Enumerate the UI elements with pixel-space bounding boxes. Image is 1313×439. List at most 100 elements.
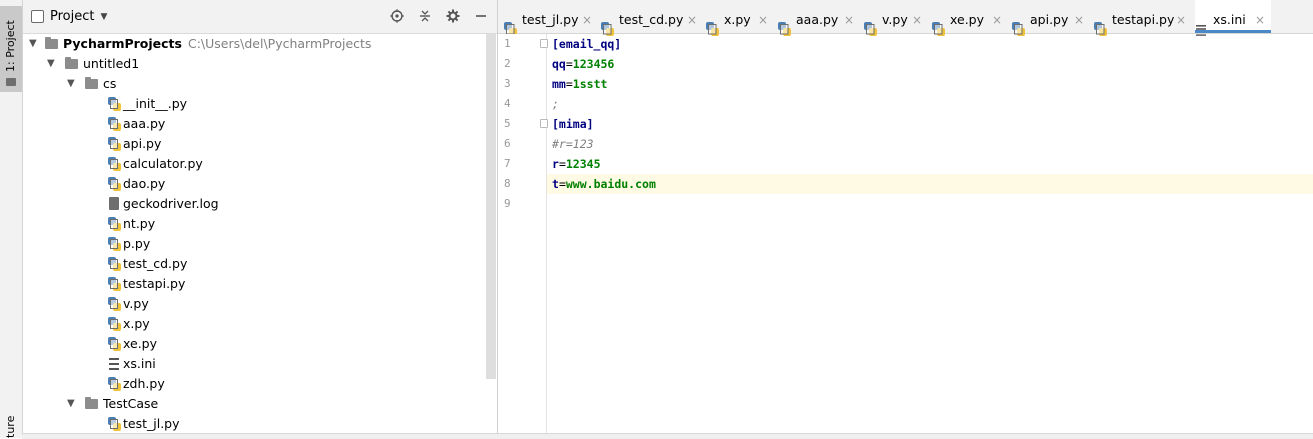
tree-label: __init__.py — [123, 96, 188, 111]
project-panel-header: Project ▼ — [23, 0, 497, 34]
tree-file[interactable]: xe.py — [23, 334, 485, 354]
tree-label: x.py — [123, 316, 150, 331]
python-file-icon — [108, 217, 121, 231]
editor-tab[interactable]: x.py × — [706, 0, 774, 36]
tree-file[interactable]: dao.py — [23, 174, 485, 194]
project-panel: Project ▼ ▼ PycharmProjects C:\Users\del\… — [23, 0, 498, 438]
tree-label: cs — [103, 76, 117, 91]
editor-tab[interactable]: test_cd.py × — [601, 0, 703, 36]
ini-section: [email_qq] — [552, 37, 622, 51]
collapse-icon[interactable] — [417, 8, 433, 24]
tree-file[interactable]: api.py — [23, 134, 485, 154]
python-file-icon — [108, 417, 121, 431]
editor-tab[interactable]: aaa.py × — [778, 0, 860, 36]
code-line: ; — [547, 94, 1313, 114]
python-file-icon — [108, 297, 121, 311]
project-panel-title: Project — [50, 9, 95, 24]
project-icon — [31, 10, 44, 23]
line-number: 1 — [504, 37, 511, 50]
chevron-down-icon: ▼ — [100, 11, 108, 22]
tree-label: aaa.py — [123, 116, 166, 131]
tree-file[interactable]: testapi.py — [23, 274, 485, 294]
code-line: t=www.baidu.com — [547, 174, 1313, 194]
gear-icon[interactable] — [445, 8, 461, 24]
tree-label: TestCase — [103, 396, 159, 411]
tree-node-cs[interactable]: ▼ cs — [23, 74, 485, 94]
project-tool-button[interactable]: 1: Project — [0, 6, 22, 92]
chevron-down-icon[interactable]: ▼ — [29, 34, 37, 54]
ini-equals: = — [558, 177, 566, 191]
tree-file[interactable]: geckodriver.log — [23, 194, 485, 214]
editor-tab[interactable]: api.py × — [1012, 0, 1090, 36]
tree-scrollbar[interactable] — [486, 34, 496, 379]
tree-label: test_cd.py — [123, 256, 188, 271]
ini-equals: = — [565, 57, 573, 71]
code-line: qq=123456 — [547, 54, 1313, 74]
ini-key: t — [552, 177, 559, 191]
line-number: 3 — [504, 77, 511, 90]
python-file-icon — [108, 97, 121, 111]
tree-file[interactable]: __init__.py — [23, 94, 485, 114]
tree-file[interactable]: calculator.py — [23, 154, 485, 174]
tree-file[interactable]: test_cd.py — [23, 254, 485, 274]
ini-equals: = — [558, 157, 566, 171]
tree-file[interactable]: x.py — [23, 314, 485, 334]
tree-label: calculator.py — [123, 156, 203, 171]
log-file-icon — [109, 197, 119, 210]
folder-icon — [45, 37, 58, 49]
line-number: 8 — [504, 177, 511, 190]
tree-label: zdh.py — [123, 376, 165, 391]
tree-file[interactable]: zdh.py — [23, 374, 485, 394]
minimize-icon[interactable] — [473, 8, 489, 24]
python-file-icon — [108, 137, 121, 151]
code-line: [mima] — [547, 114, 1313, 134]
chevron-down-icon[interactable]: ▼ — [67, 394, 75, 414]
tree-label: test_jl.py — [123, 416, 180, 431]
tree-node-untitled1[interactable]: ▼ untitled1 — [23, 54, 485, 74]
project-tool-label: 1: Project — [4, 20, 17, 72]
ini-comment: #r=123 — [552, 137, 594, 151]
tree-file[interactable]: nt.py — [23, 214, 485, 234]
python-file-icon — [108, 117, 121, 131]
editor-tab[interactable]: xs.ini × — [1195, 0, 1271, 36]
status-divider — [22, 433, 1313, 439]
editor-tab[interactable]: testapi.py × — [1094, 0, 1192, 36]
tree-node-pycharmprojects[interactable]: ▼ PycharmProjects C:\Users\del\PycharmPro… — [23, 34, 485, 54]
project-view-selector[interactable]: Project ▼ — [31, 9, 107, 24]
chevron-down-icon[interactable]: ▼ — [47, 54, 55, 74]
tree-node-testcase[interactable]: ▼ TestCase — [23, 394, 485, 414]
python-file-icon — [108, 377, 121, 391]
tree-label: dao.py — [123, 176, 166, 191]
tree-label: testapi.py — [123, 276, 186, 291]
locate-icon[interactable] — [389, 8, 405, 24]
tree-label: untitled1 — [83, 56, 140, 71]
tree-label: api.py — [123, 136, 162, 151]
ini-file-icon — [109, 358, 119, 370]
structure-tool-button[interactable]: ture — [4, 416, 17, 438]
line-number: 5 — [504, 117, 511, 130]
folder-icon — [85, 77, 98, 89]
tree-file[interactable]: v.py — [23, 294, 485, 314]
editor-tabs: test_jl.py × test_cd.py × x.py × aaa.py × v.py × x… — [498, 0, 1313, 36]
tree-file[interactable]: test_jl.py — [23, 414, 485, 434]
editor-tab[interactable]: xe.py × — [932, 0, 1008, 36]
tree-file[interactable]: xs.ini — [23, 354, 485, 374]
editor-area: test_jl.py × test_cd.py × x.py × aaa.py × v.py × x… — [498, 0, 1313, 438]
line-number: 9 — [504, 197, 511, 210]
ini-comment: ; — [552, 97, 559, 111]
ini-equals: = — [565, 77, 573, 91]
code-line: r=12345 — [547, 154, 1313, 174]
ini-key: qq — [552, 57, 566, 71]
line-number: 2 — [504, 57, 511, 70]
editor-tab[interactable]: test_jl.py × — [504, 0, 598, 36]
python-file-icon — [108, 317, 121, 331]
folder-icon — [85, 397, 98, 409]
editor-tab[interactable]: v.py × — [864, 0, 928, 36]
tree-file[interactable]: p.py — [23, 234, 485, 254]
tree-file[interactable]: aaa.py — [23, 114, 485, 134]
python-file-icon — [108, 237, 121, 251]
python-file-icon — [108, 277, 121, 291]
tree-label: p.py — [123, 236, 151, 251]
chevron-down-icon[interactable]: ▼ — [67, 74, 75, 94]
tree-label: v.py — [123, 296, 149, 311]
